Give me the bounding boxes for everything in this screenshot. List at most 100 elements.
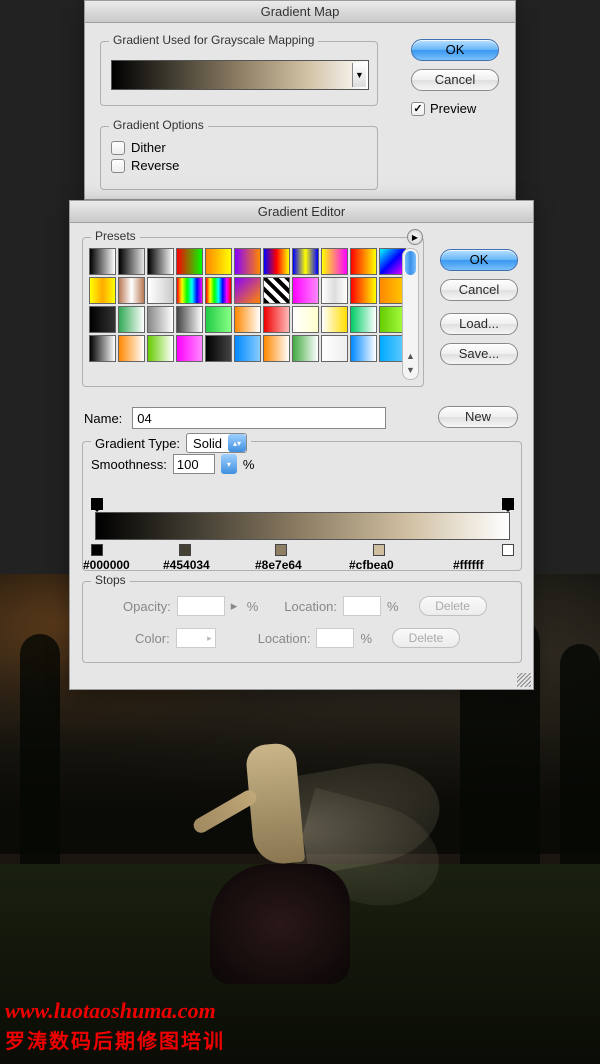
preset-swatch-6[interactable] xyxy=(263,248,290,275)
preset-swatch-29[interactable] xyxy=(292,306,319,333)
gradient-options-group: Gradient Options Dither Reverse xyxy=(100,126,378,190)
preset-swatch-2[interactable] xyxy=(147,248,174,275)
preset-swatch-12[interactable] xyxy=(118,277,145,304)
preset-swatch-41[interactable] xyxy=(321,335,348,362)
opacity-location-input xyxy=(343,596,381,616)
opacity-stop-left[interactable] xyxy=(91,498,103,512)
preset-swatch-35[interactable] xyxy=(147,335,174,362)
load-button[interactable]: Load... xyxy=(440,313,518,335)
name-label: Name: xyxy=(84,411,122,426)
delete-opacity-button: Delete xyxy=(419,596,487,616)
preset-swatch-3[interactable] xyxy=(176,248,203,275)
preset-swatch-25[interactable] xyxy=(176,306,203,333)
gradient-edit-bar[interactable] xyxy=(95,512,510,540)
preset-swatch-38[interactable] xyxy=(234,335,261,362)
presets-flyout-icon[interactable]: ▶ xyxy=(407,229,423,245)
gradient-preview-swatch[interactable]: ▼ xyxy=(111,60,369,90)
hex-label-2: #8e7e64 xyxy=(255,558,302,572)
preset-swatch-4[interactable] xyxy=(205,248,232,275)
reverse-checkbox[interactable] xyxy=(111,159,125,173)
color-stop-2[interactable] xyxy=(275,540,287,556)
watermark-text: 罗涛数码后期修图培训 xyxy=(5,1025,225,1054)
grayscale-mapping-label: Gradient Used for Grayscale Mapping xyxy=(109,33,318,47)
preset-swatch-8[interactable] xyxy=(321,248,348,275)
color-swatch: ▸ xyxy=(176,628,216,648)
preset-swatch-9[interactable] xyxy=(350,248,377,275)
location-label-2: Location: xyxy=(258,631,311,646)
gradient-type-select[interactable]: Solid ▴▾ xyxy=(186,433,247,453)
reverse-label: Reverse xyxy=(131,158,179,173)
smoothness-label: Smoothness: xyxy=(91,457,167,472)
preset-swatch-13[interactable] xyxy=(147,277,174,304)
presets-label: Presets xyxy=(91,229,140,243)
grayscale-mapping-group: Gradient Used for Grayscale Mapping ▼ xyxy=(100,41,378,106)
preset-swatch-33[interactable] xyxy=(89,335,116,362)
watermark-url: www.luotaoshuma.com xyxy=(5,998,216,1024)
opacity-stop-right[interactable] xyxy=(502,498,514,512)
smoothness-input[interactable] xyxy=(173,454,215,474)
hex-label-0: #000000 xyxy=(83,558,130,572)
preset-swatch-28[interactable] xyxy=(263,306,290,333)
preset-swatch-36[interactable] xyxy=(176,335,203,362)
hex-label-4: #ffffff xyxy=(453,558,484,572)
preset-swatch-22[interactable] xyxy=(89,306,116,333)
preview-label: Preview xyxy=(430,101,476,116)
new-button[interactable]: New xyxy=(438,406,518,428)
cancel-button[interactable]: Cancel xyxy=(411,69,499,91)
preset-swatch-7[interactable] xyxy=(292,248,319,275)
percent-label: % xyxy=(243,457,255,472)
gradient-dropdown-arrow[interactable]: ▼ xyxy=(352,63,366,87)
location-label-1: Location: xyxy=(284,599,337,614)
opacity-label: Opacity: xyxy=(123,599,171,614)
stops-label: Stops xyxy=(91,573,130,587)
preset-swatch-42[interactable] xyxy=(350,335,377,362)
editor-cancel-button[interactable]: Cancel xyxy=(440,279,518,301)
preset-swatch-5[interactable] xyxy=(234,248,261,275)
preset-swatch-15[interactable] xyxy=(205,277,232,304)
opacity-input xyxy=(177,596,225,616)
gradient-map-dialog: Gradient Map Gradient Used for Grayscale… xyxy=(84,0,516,200)
preset-swatch-19[interactable] xyxy=(321,277,348,304)
preset-swatch-16[interactable] xyxy=(234,277,261,304)
scroll-down-icon[interactable]: ▼ xyxy=(403,365,418,379)
gradient-options-label: Gradient Options xyxy=(109,118,208,132)
preset-swatch-0[interactable] xyxy=(89,248,116,275)
preset-swatch-30[interactable] xyxy=(321,306,348,333)
smoothness-stepper-icon[interactable]: ▾ xyxy=(221,454,237,474)
scroll-up-icon[interactable]: ▲ xyxy=(403,351,418,365)
preset-swatch-39[interactable] xyxy=(263,335,290,362)
color-stop-0[interactable] xyxy=(91,540,103,556)
preset-swatch-18[interactable] xyxy=(292,277,319,304)
resize-grip-icon[interactable] xyxy=(517,673,531,687)
color-stop-1[interactable] xyxy=(179,540,191,556)
preset-swatch-34[interactable] xyxy=(118,335,145,362)
presets-scrollbar[interactable]: ▲ ▼ xyxy=(402,248,419,380)
preset-swatch-27[interactable] xyxy=(234,306,261,333)
dither-label: Dither xyxy=(131,140,166,155)
preset-swatch-37[interactable] xyxy=(205,335,232,362)
preset-swatch-40[interactable] xyxy=(292,335,319,362)
preset-swatch-17[interactable] xyxy=(263,277,290,304)
preset-swatch-26[interactable] xyxy=(205,306,232,333)
preset-swatch-23[interactable] xyxy=(118,306,145,333)
preset-swatch-11[interactable] xyxy=(89,277,116,304)
delete-color-button: Delete xyxy=(392,628,460,648)
ok-button[interactable]: OK xyxy=(411,39,499,61)
hex-label-1: #454034 xyxy=(163,558,210,572)
chevron-updown-icon: ▴▾ xyxy=(228,434,246,452)
name-input[interactable] xyxy=(132,407,386,429)
preset-swatch-31[interactable] xyxy=(350,306,377,333)
gradient-type-value: Solid xyxy=(187,436,228,451)
color-stop-4[interactable] xyxy=(502,540,514,556)
editor-ok-button[interactable]: OK xyxy=(440,249,518,271)
preset-swatch-20[interactable] xyxy=(350,277,377,304)
preset-swatch-14[interactable] xyxy=(176,277,203,304)
color-stop-3[interactable] xyxy=(373,540,385,556)
preset-swatch-1[interactable] xyxy=(118,248,145,275)
preview-checkbox[interactable] xyxy=(411,102,425,116)
dither-checkbox[interactable] xyxy=(111,141,125,155)
scrollbar-thumb[interactable] xyxy=(405,251,416,275)
hex-label-3: #cfbea0 xyxy=(349,558,394,572)
save-button[interactable]: Save... xyxy=(440,343,518,365)
preset-swatch-24[interactable] xyxy=(147,306,174,333)
